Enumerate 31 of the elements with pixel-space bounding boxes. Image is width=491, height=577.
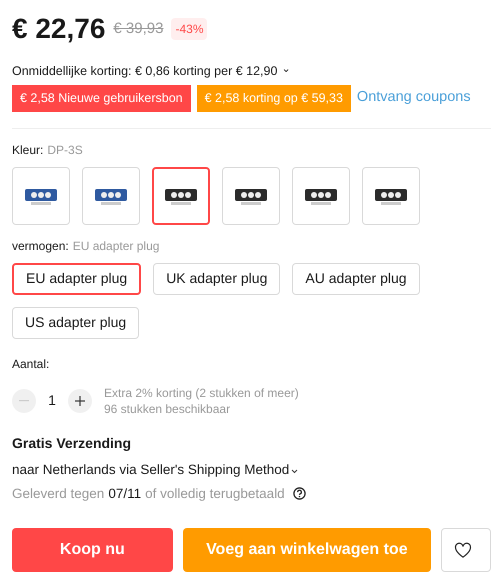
wishlist-button[interactable] (441, 528, 491, 572)
bulk-discount-note: Extra 2% korting (2 stukken of meer) (104, 384, 299, 400)
discount-badge: -43% (171, 18, 208, 40)
color-value: DP-3S (47, 142, 83, 158)
plug-option[interactable]: UK adapter plug (153, 262, 280, 294)
delivery-date: 07/11 (108, 484, 142, 503)
quantity-value: 1 (48, 391, 56, 410)
product-thumbnail[interactable] (152, 166, 210, 224)
caret-icon[interactable] (291, 469, 298, 474)
minus-icon (19, 400, 29, 402)
color-label: Kleur: (12, 142, 44, 158)
shipping-title: Gratis Verzending (12, 434, 132, 453)
plus-icon (75, 396, 85, 406)
help-icon[interactable] (292, 487, 306, 500)
coupon-tag: € 2,58 korting op € 59,33 (196, 84, 351, 112)
shipping-route: naar Netherlands via Seller's Shipping Method (12, 460, 290, 479)
stock-note: 96 stukken beschikbaar (104, 400, 232, 416)
original-price: € 39,93 (113, 18, 164, 39)
current-price: € 22,76 (12, 12, 106, 46)
heart-icon (454, 542, 472, 558)
coupon-tag: € 2,58 Nieuwe gebruikersbon (12, 84, 191, 112)
instant-discount-text: Onmiddellijke korting: € 0,86 korting per € 12,90 (12, 63, 278, 80)
power-label: vermogen: (12, 238, 69, 254)
power-value: EU adapter plug (72, 238, 160, 254)
increase-button[interactable] (68, 388, 92, 412)
delivery-text: Geleverd tegen (12, 484, 104, 503)
plug-option[interactable]: EU adapter plug (12, 262, 142, 294)
plug-option[interactable]: US adapter plug (12, 306, 140, 338)
quantity-label: Aantal: (12, 356, 50, 372)
plug-option[interactable]: AU adapter plug (292, 262, 420, 294)
delivery-text: of volledig terugbetaald (145, 484, 285, 503)
